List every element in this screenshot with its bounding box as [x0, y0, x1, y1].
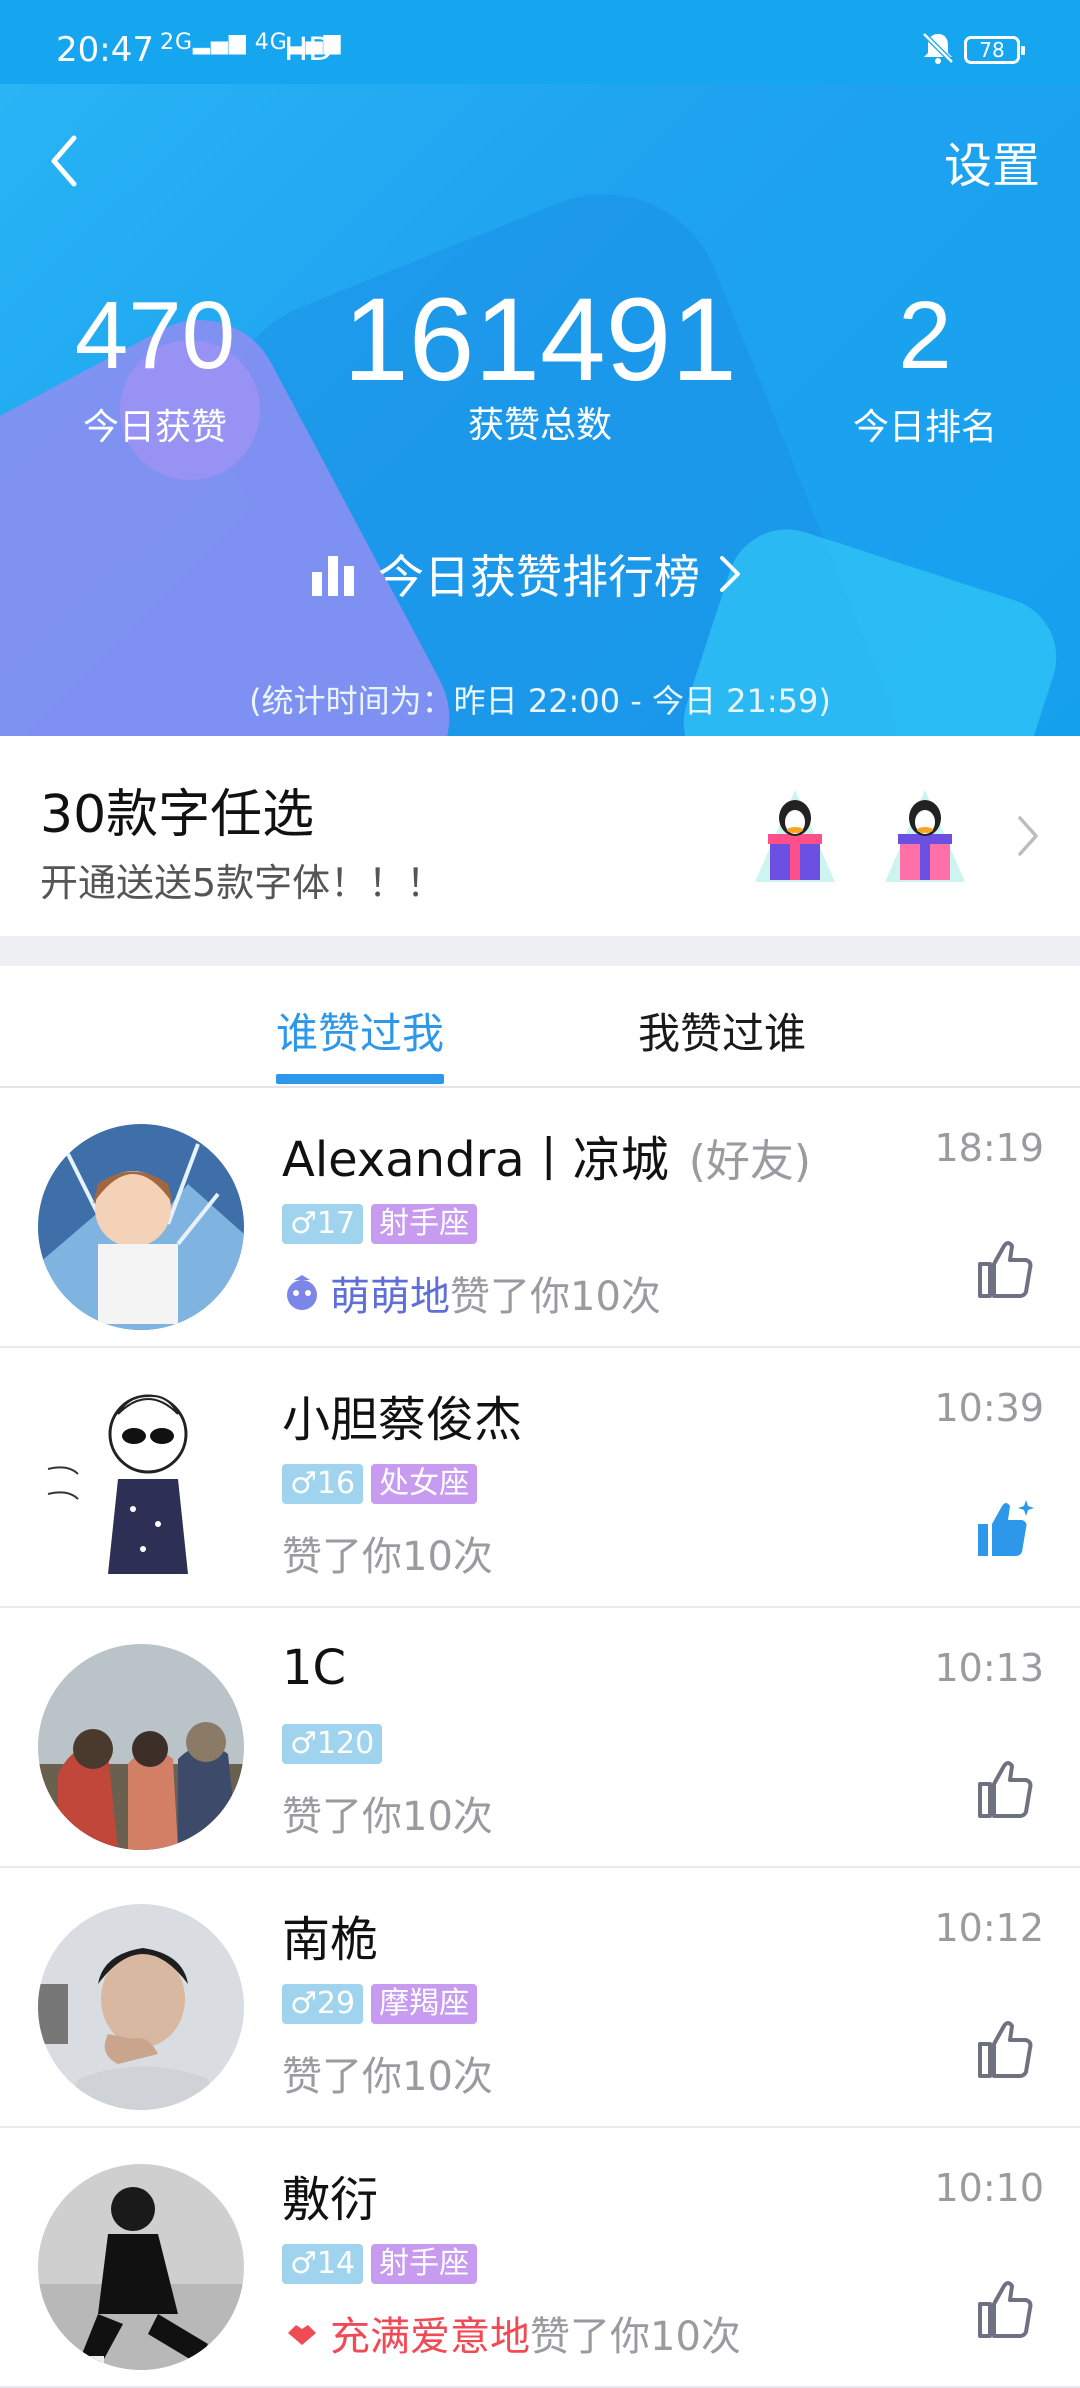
today-likes-stat: 470 今日获赞	[30, 286, 280, 450]
today-rank-label: 今日排名	[852, 407, 997, 448]
tab-liked-me[interactable]: 谁赞过我	[276, 1000, 444, 1061]
gender-age-tag: ♂120	[282, 1724, 383, 1764]
status-time: 20:47	[56, 30, 154, 70]
zodiac-tag: 摩羯座	[371, 1984, 478, 2024]
today-likes-value: 470	[74, 282, 236, 389]
liked-count-text: 赞了你10次	[282, 1524, 493, 1582]
gender-age-tag: ♂14	[282, 2244, 364, 2284]
gender-age-tag: ♂17	[282, 1204, 364, 1244]
thumbs-up-icon[interactable]	[974, 2278, 1034, 2340]
user-name-text: 敷衍	[282, 2172, 379, 2228]
today-rank-stat: 2 今日排名	[800, 286, 1050, 450]
back-arrow-icon[interactable]	[40, 126, 90, 196]
liked-times: 赞了你10次	[282, 1794, 493, 1840]
promo-subtitle: 开通送送5款字体！！！	[40, 861, 445, 905]
user-name[interactable]: 南桅	[282, 1900, 378, 1970]
user-name[interactable]: Alexandra丨凉城 (好友)	[282, 1120, 811, 1190]
thumbs-up-icon[interactable]	[974, 2018, 1034, 2080]
today-rank-value: 2	[898, 282, 952, 389]
user-tags: ♂16 处女座	[282, 1464, 485, 1504]
chevron-right-icon	[1018, 816, 1038, 856]
bar-chart-icon	[312, 556, 354, 596]
avatar[interactable]	[38, 1384, 244, 1590]
friend-tag: (好友)	[688, 1136, 812, 1187]
liked-times: 赞了你10次	[530, 2314, 741, 2360]
hd-label: HD	[284, 30, 333, 68]
user-tags: ♂17 射手座	[282, 1204, 485, 1244]
like-time: 10:39	[934, 1386, 1044, 1430]
liked-count-text: 萌萌地 赞了你10次	[282, 1264, 661, 1322]
status-bar: 20:47 2G▂▄▆ 4G▂▄▆ HD 78	[0, 0, 1080, 84]
liked-count-text: 赞了你10次	[282, 2044, 493, 2102]
font-promo-banner[interactable]: 30款字任选 开通送送5款字体！！！	[0, 736, 1080, 936]
user-name-text: Alexandra丨凉城	[282, 1132, 669, 1188]
user-tags: ♂14 射手座	[282, 2244, 485, 2284]
list-item[interactable]: 南桅 10:12 ♂29 摩羯座 赞了你10次	[0, 1868, 1080, 2128]
header: 20:47 2G▂▄▆ 4G▂▄▆ HD 78 设置 470 今日获赞 1614…	[0, 0, 1080, 736]
gender-age-tag: ♂16	[282, 1464, 364, 1504]
user-name[interactable]: 1C	[282, 1640, 346, 1696]
liked-times: 赞了你10次	[282, 2054, 493, 2100]
list-item[interactable]: 1C 10:13 ♂120 赞了你10次	[0, 1608, 1080, 1868]
mute-bell-icon	[922, 32, 954, 64]
like-style-prefix: 充满爱意地	[330, 2314, 530, 2360]
like-time: 10:10	[934, 2166, 1044, 2210]
total-likes-stat: 161491 获赞总数	[300, 280, 780, 448]
avatar[interactable]	[38, 2164, 244, 2370]
cute-badge-icon	[287, 1275, 317, 1310]
avatar[interactable]	[38, 1904, 244, 2110]
user-tags: ♂120	[282, 1724, 390, 1764]
like-time: 10:12	[934, 1906, 1044, 1950]
list-item[interactable]: 敷衍 10:10 ♂14 射手座 充满爱意地 赞了你10次	[0, 2128, 1080, 2388]
like-style-prefix: 萌萌地	[330, 1274, 450, 1320]
zodiac-tag: 处女座	[371, 1464, 478, 1504]
user-name[interactable]: 敷衍	[282, 2160, 378, 2230]
avatar[interactable]	[38, 1644, 244, 1850]
user-name-text: 南桅	[282, 1912, 379, 1968]
like-time: 18:19	[934, 1126, 1044, 1170]
heart-badge-icon	[288, 2325, 316, 2345]
total-likes-value: 161491	[343, 274, 737, 406]
settings-button[interactable]: 设置	[944, 126, 1040, 196]
user-name-text: 1C	[282, 1640, 347, 1696]
gift-box-icon	[755, 790, 835, 882]
tab-bar: 谁赞过我 我赞过谁	[0, 966, 1080, 1088]
ranking-link[interactable]: 今日获赞排行榜	[310, 544, 744, 604]
user-name-text: 小胆蔡俊杰	[282, 1392, 523, 1448]
liked-count-text: 充满爱意地 赞了你10次	[282, 2304, 741, 2362]
stats-period-note: (统计时间为：昨日 22:00 - 今日 21:59)	[249, 682, 831, 720]
today-likes-label: 今日获赞	[82, 407, 227, 448]
user-tags: ♂29 摩羯座	[282, 1984, 485, 2024]
signal-4g: 4G	[254, 30, 288, 55]
liked-times: 赞了你10次	[282, 1534, 493, 1580]
section-divider	[0, 936, 1080, 966]
ranking-link-label: 今日获赞排行榜	[378, 550, 700, 604]
avatar[interactable]	[38, 1124, 244, 1330]
battery-icon: 78	[964, 36, 1025, 64]
zodiac-tag: 射手座	[371, 1204, 478, 1244]
user-name[interactable]: 小胆蔡俊杰	[282, 1380, 522, 1450]
thumbs-up-liked-icon[interactable]	[974, 1498, 1034, 1560]
promo-title: 30款字任选	[40, 785, 315, 845]
gift-box-icon	[885, 790, 965, 882]
thumbs-up-icon[interactable]	[974, 1758, 1034, 1820]
list-item[interactable]: 小胆蔡俊杰 10:39 ♂16 处女座 赞了你10次	[0, 1348, 1080, 1608]
like-time: 10:13	[934, 1646, 1044, 1690]
liker-list: Alexandra丨凉城 (好友) 18:19 ♂17 射手座 萌萌地 赞了你10次	[0, 1088, 1080, 2388]
thumbs-up-icon[interactable]	[974, 1238, 1034, 1300]
zodiac-tag: 射手座	[371, 2244, 478, 2284]
tab-indicator	[276, 1074, 444, 1084]
signal-2g: 2G	[160, 30, 194, 55]
chevron-right-icon	[720, 556, 740, 592]
gender-age-tag: ♂29	[282, 1984, 364, 2024]
liked-count-text: 赞了你10次	[282, 1784, 493, 1842]
tab-i-liked[interactable]: 我赞过谁	[638, 1000, 806, 1061]
list-item[interactable]: Alexandra丨凉城 (好友) 18:19 ♂17 射手座 萌萌地 赞了你10次	[0, 1088, 1080, 1348]
liked-times: 赞了你10次	[450, 1274, 661, 1320]
